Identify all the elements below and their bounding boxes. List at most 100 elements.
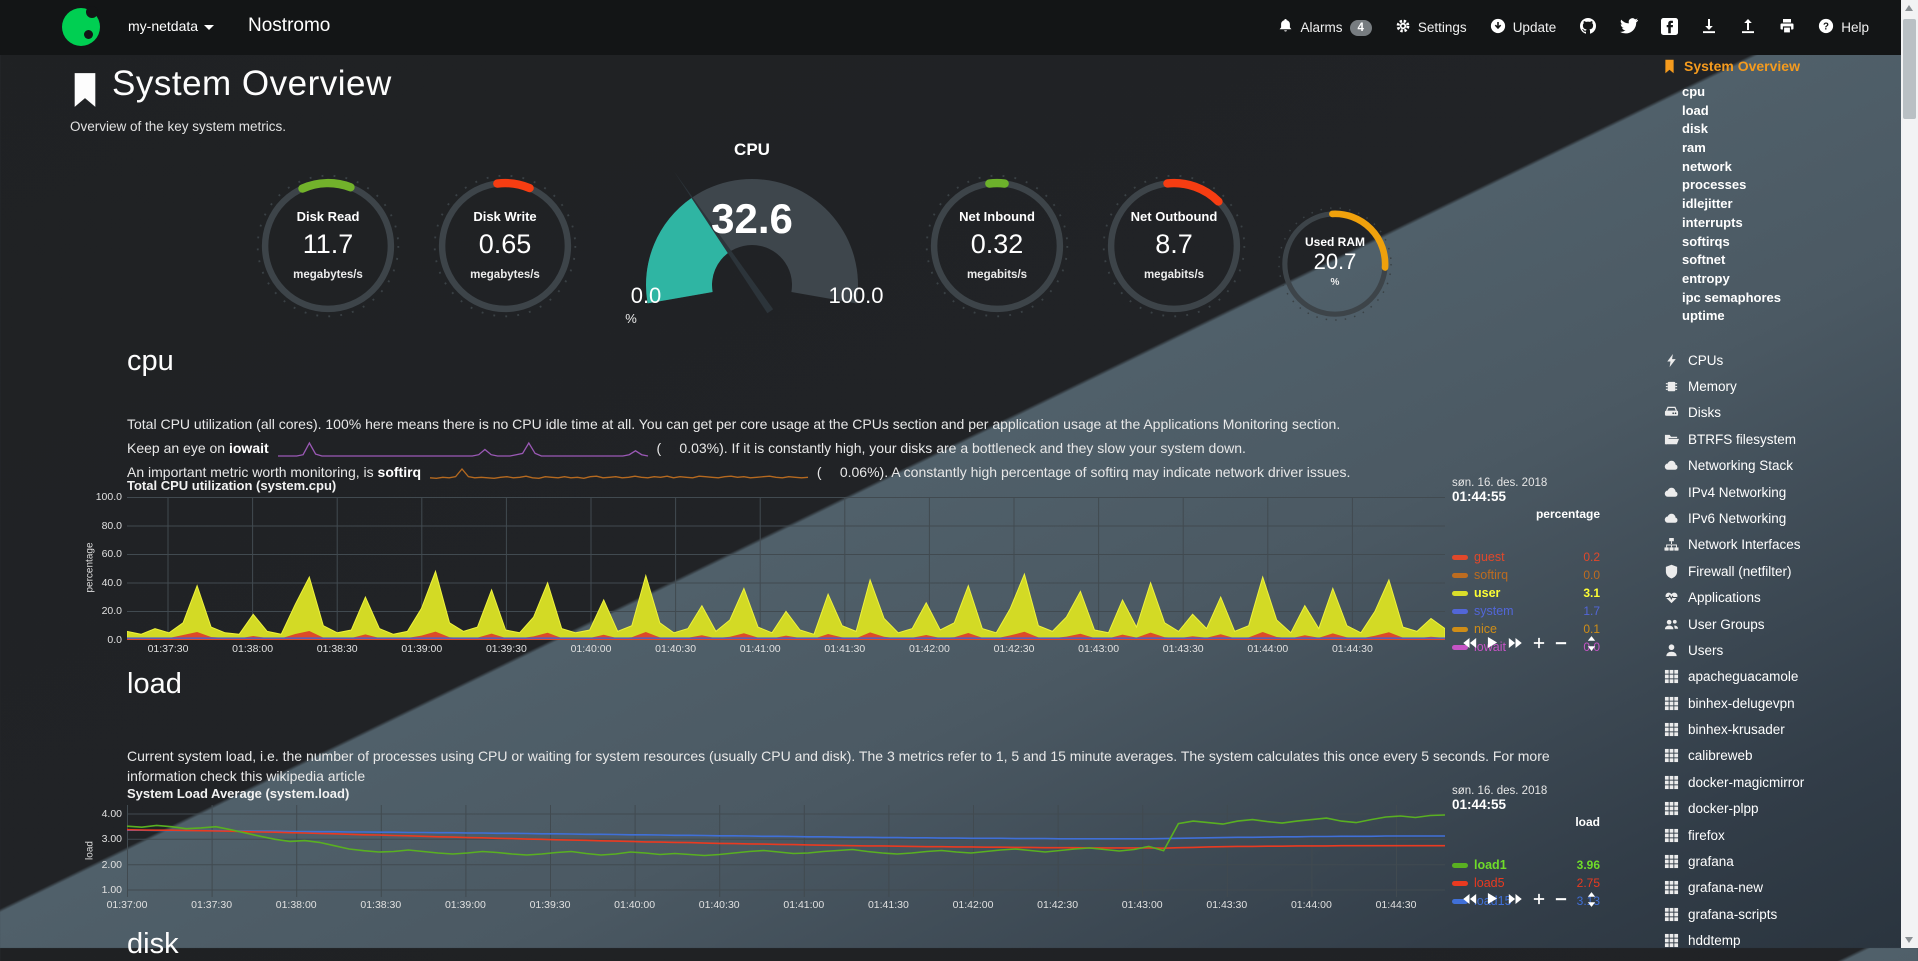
sidebar-item-docker-magicmirror[interactable]: docker-magicmirror xyxy=(1663,769,1903,795)
x-tick-label: 01:37:30 xyxy=(177,899,247,911)
fast-forward-button[interactable] xyxy=(1508,637,1523,649)
sidebar-sub-list: cpuloaddiskramnetworkprocessesidlejitter… xyxy=(1663,83,1903,326)
load-chart-resize-handle[interactable] xyxy=(1586,892,1597,907)
zoom-out-button[interactable] xyxy=(1555,893,1567,905)
sidebar-item-binhex-delugevpn[interactable]: binhex-delugevpn xyxy=(1663,690,1903,716)
print-button[interactable] xyxy=(1779,18,1795,37)
page-subtitle: Overview of the key system metrics. xyxy=(70,119,286,134)
load-desc-line2: information check this wikipedia article xyxy=(127,764,365,788)
settings-button[interactable]: Settings xyxy=(1395,18,1467,37)
sidebar-item-apacheguacamole[interactable]: apacheguacamole xyxy=(1663,664,1903,690)
gauge-disk-read[interactable]: Disk Read 11.7 megabytes/s xyxy=(254,172,402,320)
gauge-used-ram[interactable]: Used RAM 20.7 % xyxy=(1276,205,1394,323)
sidebar-item-entropy[interactable]: entropy xyxy=(1663,270,1903,289)
sidebar-item-users[interactable]: Users xyxy=(1663,637,1903,663)
update-button[interactable]: Update xyxy=(1490,18,1557,37)
sidebar-item-idlejitter[interactable]: idlejitter xyxy=(1663,195,1903,214)
sidebar-item-cpus[interactable]: CPUs xyxy=(1663,347,1903,373)
legend-row-guest[interactable]: guest0.2 xyxy=(1452,549,1600,566)
github-button[interactable] xyxy=(1579,17,1597,38)
sidebar-item-firefox[interactable]: firefox xyxy=(1663,822,1903,848)
legend-row-load5[interactable]: load52.75 xyxy=(1452,875,1600,892)
gauge-cpu[interactable]: CPU 32.6 0.0 100.0 % xyxy=(602,140,902,340)
fast-forward-button[interactable] xyxy=(1508,893,1523,905)
sidebar-item-ram[interactable]: ram xyxy=(1663,139,1903,158)
alarms-button[interactable]: Alarms 4 xyxy=(1278,18,1371,37)
sidebar-item-hddtemp[interactable]: hddtemp xyxy=(1663,928,1903,954)
sidebar-item-ipv4-networking[interactable]: IPv4 Networking xyxy=(1663,479,1903,505)
bookmark-icon xyxy=(1663,59,1676,74)
legend-row-load1[interactable]: load13.96 xyxy=(1452,857,1600,874)
hdd-icon xyxy=(1663,405,1679,421)
rewind-button[interactable] xyxy=(1462,893,1477,905)
sidebar-item-network[interactable]: network xyxy=(1663,158,1903,177)
legend-row-system[interactable]: system1.7 xyxy=(1452,603,1600,620)
sidebar-item-system-overview[interactable]: System Overview xyxy=(1663,58,1903,74)
netdata-logo[interactable] xyxy=(62,8,100,46)
x-tick-label: 01:40:00 xyxy=(556,643,626,655)
cpu-gauge-value: 32.6 xyxy=(602,195,902,243)
twitter-button[interactable] xyxy=(1620,18,1638,37)
legend-row-softirq[interactable]: softirq0.0 xyxy=(1452,567,1600,584)
sidebar-item-disk[interactable]: disk xyxy=(1663,120,1903,139)
export-button[interactable] xyxy=(1701,18,1717,37)
sidebar-item-ipc-semaphores[interactable]: ipc semaphores xyxy=(1663,289,1903,308)
sidebar-item-calibreweb[interactable]: calibreweb xyxy=(1663,743,1903,769)
browser-scrollbar[interactable] xyxy=(1901,0,1918,948)
help-button[interactable]: ? Help xyxy=(1818,18,1869,37)
gauge-value: 11.7 xyxy=(254,229,402,260)
sidebar-item-label: IPv6 Networking xyxy=(1688,511,1786,526)
sidebar-item-networking-stack[interactable]: Networking Stack xyxy=(1663,453,1903,479)
hostname-dropdown[interactable]: my-netdata xyxy=(128,18,214,34)
sidebar-item-applications[interactable]: Applications xyxy=(1663,584,1903,610)
softirq-term: softirq xyxy=(378,464,422,480)
zoom-out-button[interactable] xyxy=(1555,637,1567,649)
sidebar-item-docker-plpp[interactable]: docker-plpp xyxy=(1663,796,1903,822)
sidebar-item-ipv6-networking[interactable]: IPv6 Networking xyxy=(1663,505,1903,531)
sidebar-item-firewall-netfilter-[interactable]: Firewall (netfilter) xyxy=(1663,558,1903,584)
legend-row-user[interactable]: user3.1 xyxy=(1452,585,1600,602)
play-button[interactable] xyxy=(1487,892,1498,905)
legend-unit: load xyxy=(1452,815,1600,829)
legend-swatch xyxy=(1452,555,1468,560)
sidebar-item-uptime[interactable]: uptime xyxy=(1663,307,1903,326)
gauge-net-outbound[interactable]: Net Outbound 8.7 megabits/s xyxy=(1100,172,1248,320)
legend-unit: percentage xyxy=(1452,507,1600,521)
zoom-in-button[interactable] xyxy=(1533,893,1545,905)
sidebar-item-btrfs-filesystem[interactable]: BTRFS filesystem xyxy=(1663,426,1903,452)
wikipedia-link[interactable]: wikipedia article xyxy=(266,768,365,784)
scrollbar-down-arrow[interactable] xyxy=(1905,937,1913,943)
cpu-chart-plot[interactable] xyxy=(127,497,1445,640)
sidebar-item-disks[interactable]: Disks xyxy=(1663,400,1903,426)
gauge-units: megabits/s xyxy=(1100,269,1248,281)
sidebar-item-interrupts[interactable]: interrupts xyxy=(1663,214,1903,233)
sidebar-item-grafana-new[interactable]: grafana-new xyxy=(1663,875,1903,901)
zoom-in-button[interactable] xyxy=(1533,637,1545,649)
scrollbar-thumb[interactable] xyxy=(1903,19,1916,119)
load-chart-plot[interactable] xyxy=(127,805,1445,897)
legend-swatch xyxy=(1452,881,1468,886)
sidebar-item-memory[interactable]: Memory xyxy=(1663,373,1903,399)
gauge-disk-write[interactable]: Disk Write 0.65 megabytes/s xyxy=(431,172,579,320)
page-title-icon xyxy=(70,70,100,115)
sidebar-item-grafana-scripts[interactable]: grafana-scripts xyxy=(1663,901,1903,927)
sidebar-item-processes[interactable]: processes xyxy=(1663,176,1903,195)
sidebar-item-grafana[interactable]: grafana xyxy=(1663,848,1903,874)
sidebar-item-binhex-krusader[interactable]: binhex-krusader xyxy=(1663,716,1903,742)
sidebar-item-network-interfaces[interactable]: Network Interfaces xyxy=(1663,532,1903,558)
import-button[interactable] xyxy=(1740,18,1756,37)
sidebar-item-softirqs[interactable]: softirqs xyxy=(1663,233,1903,252)
y-tick-label: 60.0 xyxy=(88,548,122,560)
sidebar-item-user-groups[interactable]: User Groups xyxy=(1663,611,1903,637)
update-cloud-icon xyxy=(1490,18,1506,37)
sidebar-item-load[interactable]: load xyxy=(1663,102,1903,121)
facebook-button[interactable] xyxy=(1661,18,1678,38)
x-tick-label: 01:37:30 xyxy=(133,643,203,655)
scrollbar-up-arrow[interactable] xyxy=(1905,5,1913,11)
sidebar-item-cpu[interactable]: cpu xyxy=(1663,83,1903,102)
sidebar-item-softnet[interactable]: softnet xyxy=(1663,251,1903,270)
play-button[interactable] xyxy=(1487,636,1498,649)
rewind-button[interactable] xyxy=(1462,637,1477,649)
cpu-chart-resize-handle[interactable] xyxy=(1586,636,1597,651)
gauge-net-inbound[interactable]: Net Inbound 0.32 megabits/s xyxy=(923,172,1071,320)
